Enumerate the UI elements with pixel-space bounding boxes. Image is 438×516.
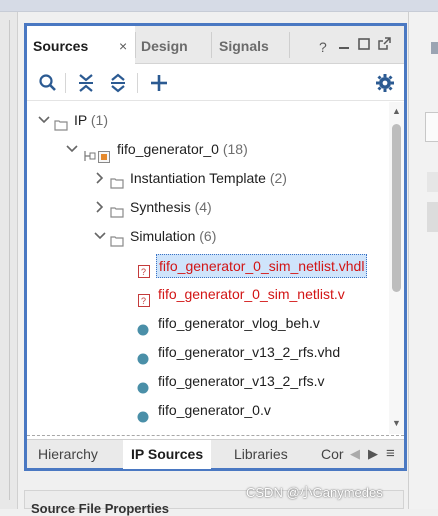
tree-node-ip[interactable]: IP (1) [27, 106, 389, 134]
source-file-dot-icon [137, 404, 149, 432]
svg-text:?: ? [141, 296, 146, 306]
tree-vertical-scrollbar[interactable]: ▲ ▼ [389, 102, 404, 434]
gear-icon[interactable] [373, 71, 397, 95]
chevron-down-icon[interactable] [93, 222, 107, 250]
tree-count-fifo: (18) [222, 141, 248, 157]
float-window-icon[interactable] [378, 37, 391, 53]
panel-split-divider[interactable] [27, 435, 404, 436]
chevron-right-icon[interactable] [93, 193, 107, 221]
tree-file-row[interactable]: fifo_generator_v13_2_rfs.v [27, 367, 389, 395]
tab-compile-order[interactable]: Cor [321, 446, 344, 462]
tree-label-fifo: fifo_generator_0 [117, 141, 219, 157]
tree-count-ip: (1) [90, 112, 108, 128]
sources-panel: Sources × Design Signals ? IP (1) fifo_g… [24, 23, 407, 471]
svg-text:?: ? [141, 267, 146, 277]
expand-all-icon[interactable] [106, 71, 130, 95]
maximize-icon[interactable] [358, 37, 370, 53]
bottom-tab-bar: Hierarchy IP Sources Libraries Cor ◀ ▶ ≡ [27, 439, 404, 469]
scroll-tabs-left-icon[interactable]: ◀ [350, 446, 360, 462]
tab-ip-sources[interactable]: IP Sources [123, 440, 212, 469]
tab-design-label: Design [141, 38, 188, 54]
tree-label-simulation: Simulation [130, 228, 196, 244]
tree-count-simulation: (6) [199, 228, 217, 244]
chevron-right-icon[interactable] [93, 164, 107, 192]
tab-libraries[interactable]: Libraries [234, 446, 288, 462]
scroll-tabs-right-icon[interactable]: ▶ [368, 446, 378, 462]
tree-node-simulation[interactable]: Simulation (6) [27, 222, 389, 250]
tree-file-label: fifo_generator_v13_2_rfs.v [158, 373, 325, 389]
tab-signals[interactable]: Signals [219, 26, 269, 64]
chevron-down-icon[interactable] [37, 106, 51, 134]
tab-list-menu-icon[interactable]: ≡ [386, 445, 395, 462]
tree-file-row[interactable]: ? fifo_generator_0_sim_netlist.vhdl [27, 251, 389, 279]
tab-signals-label: Signals [219, 38, 269, 54]
help-icon[interactable]: ? [319, 39, 327, 55]
left-panel-edge [0, 12, 18, 509]
right-panel-edge [408, 12, 438, 509]
watermark: CSDN @小Ganymedes [246, 485, 383, 500]
tree-file-row[interactable]: fifo_generator_0.v [27, 396, 389, 424]
tree-file-label: fifo_generator_0_sim_netlist.v [158, 286, 345, 302]
tab-hierarchy[interactable]: Hierarchy [38, 446, 98, 462]
scroll-down-icon[interactable]: ▼ [392, 418, 401, 428]
add-sources-icon[interactable] [147, 71, 171, 95]
tree-label-synthesis: Synthesis [130, 199, 191, 215]
tree-file-label: fifo_generator_0_sim_netlist.vhdl [156, 254, 368, 278]
sources-tree: IP (1) fifo_generator_0 (18) Instantiati… [27, 102, 389, 434]
collapse-all-icon[interactable] [74, 71, 98, 95]
tree-file-row[interactable]: fifo_generator_vlog_beh.v [27, 309, 389, 337]
tree-label-instantiation: Instantiation Template [130, 170, 266, 186]
scroll-up-icon[interactable]: ▲ [392, 106, 401, 116]
tab-design[interactable]: Design [141, 26, 188, 64]
scrollbar-thumb[interactable] [392, 124, 401, 292]
chevron-down-icon[interactable] [65, 135, 79, 163]
tree-node-instantiation-template[interactable]: Instantiation Template (2) [27, 164, 389, 192]
tree-node-fifo-generator[interactable]: fifo_generator_0 (18) [27, 135, 389, 163]
tree-label-ip: IP [74, 112, 87, 128]
tree-node-synthesis[interactable]: Synthesis (4) [27, 193, 389, 221]
sources-toolbar [27, 65, 404, 101]
search-icon[interactable] [36, 71, 60, 95]
tree-count-synthesis: (4) [194, 199, 212, 215]
panel-tab-bar: Sources × Design Signals ? [27, 26, 404, 65]
tree-file-label: fifo_generator_vlog_beh.v [158, 315, 320, 331]
close-icon[interactable]: × [119, 38, 127, 54]
minimize-icon[interactable] [338, 36, 350, 53]
tree-file-row[interactable]: fifo_generator_v13_2_rfs.vhd [27, 338, 389, 366]
top-bar [0, 0, 438, 12]
tab-sources-label: Sources [33, 38, 89, 54]
tree-count-instantiation: (2) [269, 170, 287, 186]
tree-file-row[interactable]: ? fifo_generator_0_sim_netlist.v [27, 280, 389, 308]
tree-file-label: fifo_generator_v13_2_rfs.vhd [158, 344, 341, 360]
tree-file-label: fifo_generator_0.v [158, 402, 271, 418]
